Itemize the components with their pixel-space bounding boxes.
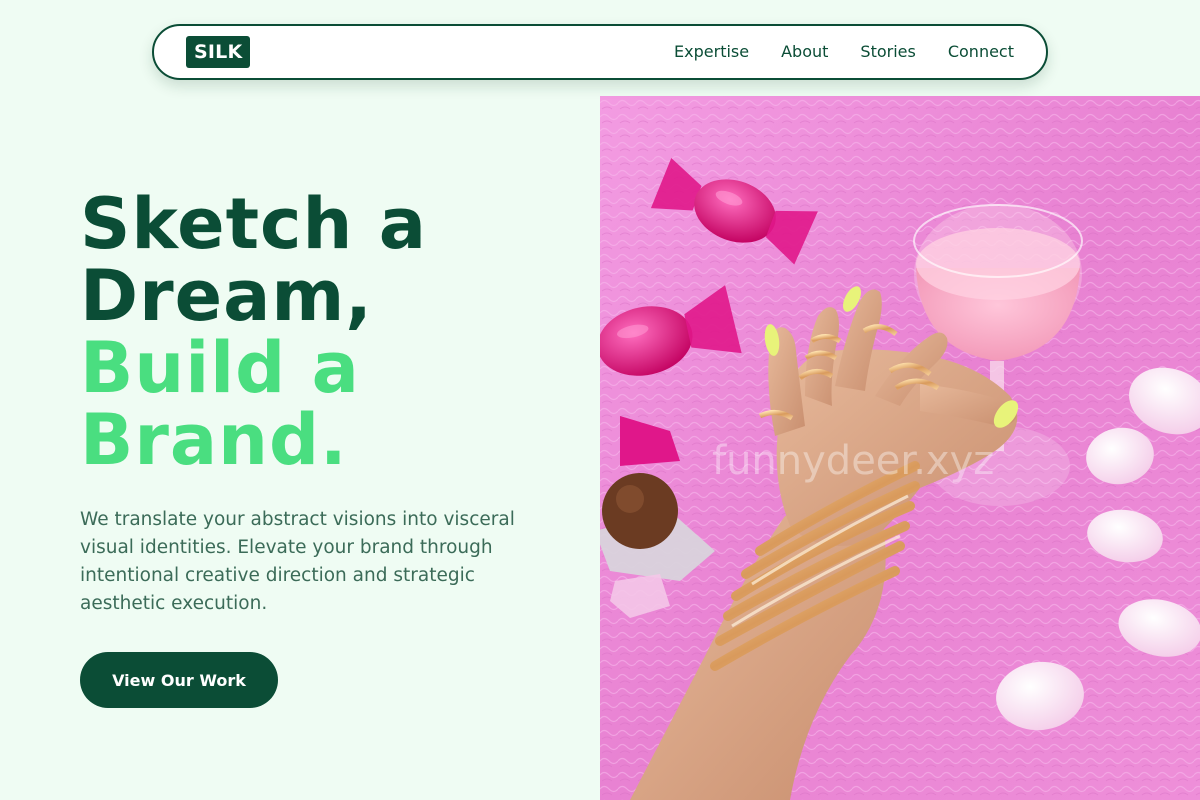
logo[interactable]: SILK xyxy=(186,36,251,68)
headline-line-4: Brand. xyxy=(80,399,348,481)
top-navigation: SILK Expertise About Stories Connect xyxy=(152,24,1048,80)
hero-subtext: We translate your abstract visions into … xyxy=(80,509,515,614)
headline-line-2: Dream, xyxy=(80,255,373,337)
nav-link-connect[interactable]: Connect xyxy=(948,42,1014,62)
nav-link-stories[interactable]: Stories xyxy=(860,42,915,62)
image-watermark: funnydeer.xyz xyxy=(712,438,994,484)
headline-line-1: Sketch a xyxy=(80,183,427,265)
view-our-work-button[interactable]: View Our Work xyxy=(80,652,278,708)
hero-headline: Sketch a Dream, Build a Brand. xyxy=(80,188,560,476)
nav-links: Expertise About Stories Connect xyxy=(674,42,1014,62)
headline-line-3: Build a xyxy=(80,327,360,409)
hero-text-section: Sketch a Dream, Build a Brand. We transl… xyxy=(80,188,560,618)
nav-link-about[interactable]: About xyxy=(781,42,828,62)
hero-image: funnydeer.xyz xyxy=(600,96,1200,800)
nav-link-expertise[interactable]: Expertise xyxy=(674,42,749,62)
page: SILK Expertise About Stories Connect Ske… xyxy=(0,0,1200,800)
hand-with-gold-jewelry-and-cocktail-photo: funnydeer.xyz xyxy=(600,96,1200,800)
